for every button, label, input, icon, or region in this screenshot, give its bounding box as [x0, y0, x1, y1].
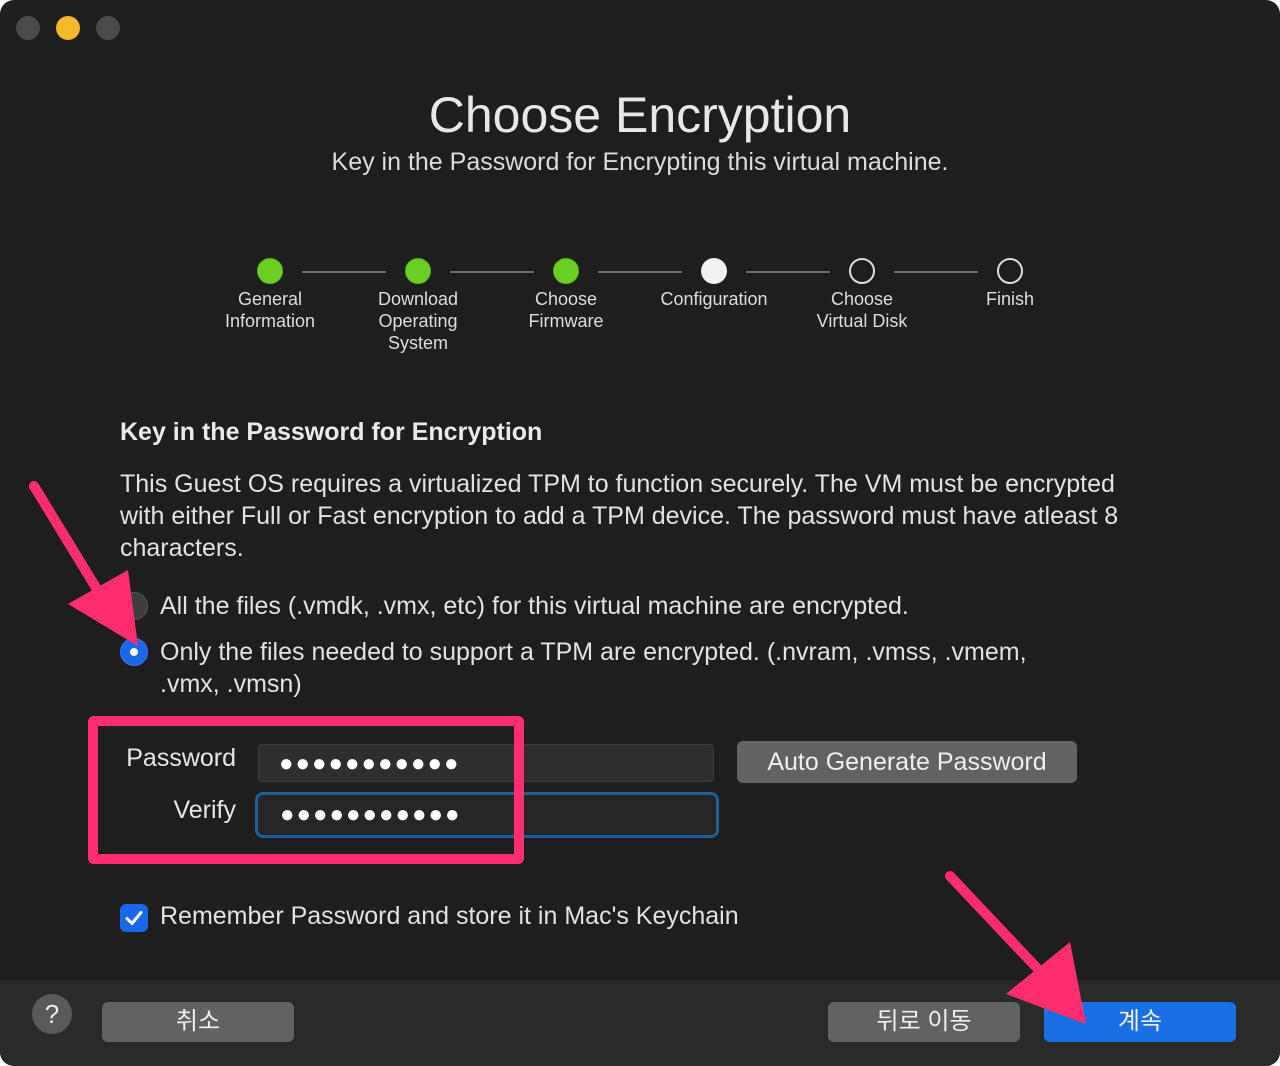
step-complete-icon: [257, 258, 283, 284]
step-label: Download Operating System: [377, 289, 459, 353]
step-configuration: Configuration: [634, 258, 794, 310]
remember-password-label: Remember Password and store it in Mac's …: [160, 902, 739, 930]
help-button[interactable]: ?: [32, 994, 72, 1034]
step-current-icon: [701, 258, 727, 284]
step-choose-virtual-disk: Choose Virtual Disk: [782, 258, 942, 332]
remember-password-checkbox[interactable]: [120, 904, 148, 932]
radio-label: Only the files needed to support a TPM a…: [160, 638, 1027, 698]
step-label: Choose Firmware: [528, 289, 604, 331]
checkmark-icon: [125, 911, 143, 925]
minimize-window-button[interactable]: [56, 16, 80, 40]
step-label: Configuration: [660, 289, 768, 309]
step-label: Choose Virtual Disk: [816, 289, 908, 331]
page-title: Choose Encryption: [428, 87, 852, 143]
step-download-os: Download Operating System: [338, 258, 498, 354]
step-pending-icon: [849, 258, 875, 284]
step-pending-icon: [997, 258, 1023, 284]
step-label: General Information: [224, 289, 316, 331]
tpm-description: This Guest OS requires a virtualized TPM…: [120, 470, 1119, 562]
step-general-information: General Information: [190, 258, 350, 332]
radio-button-selected[interactable]: [120, 638, 148, 666]
step-finish: Finish: [930, 258, 1090, 310]
back-button[interactable]: 뒤로 이동: [828, 1002, 1020, 1042]
setup-window: Choose Encryption Key in the Password fo…: [0, 0, 1280, 1066]
close-window-button[interactable]: [16, 16, 40, 40]
annotation-highlight-box: [88, 716, 524, 864]
section-heading: Key in the Password for Encryption: [120, 418, 543, 446]
step-complete-icon: [553, 258, 579, 284]
step-complete-icon: [405, 258, 431, 284]
radio-label: All the files (.vmdk, .vmx, etc) for thi…: [160, 592, 909, 620]
continue-button[interactable]: 계속: [1044, 1002, 1236, 1042]
radio-button[interactable]: [120, 592, 148, 620]
auto-generate-password-button[interactable]: Auto Generate Password: [737, 741, 1077, 783]
cancel-button[interactable]: 취소: [102, 1002, 294, 1042]
page-subtitle: Key in the Password for Encrypting this …: [331, 148, 949, 176]
step-choose-firmware: Choose Firmware: [486, 258, 646, 332]
step-label: Finish: [985, 289, 1034, 309]
zoom-window-button[interactable]: [96, 16, 120, 40]
